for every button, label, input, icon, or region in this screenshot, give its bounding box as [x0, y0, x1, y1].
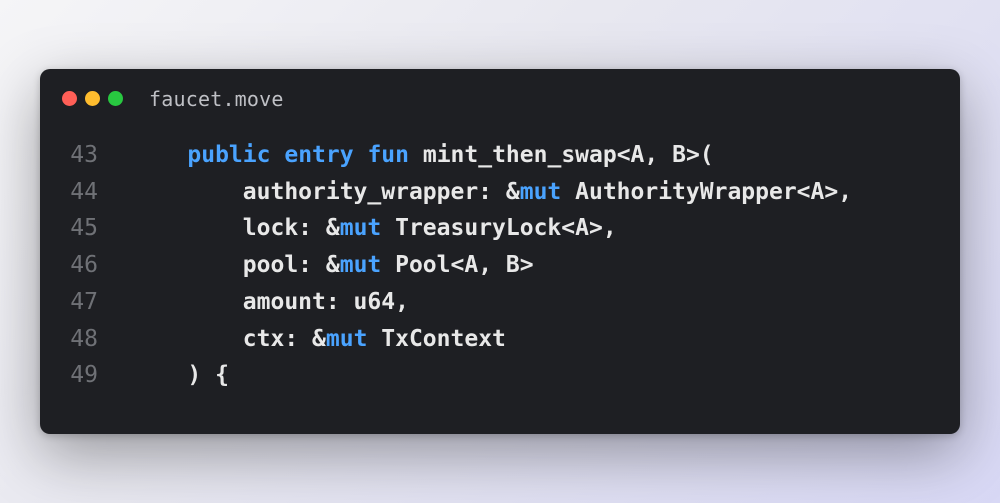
- code-line: 49 ) {: [70, 357, 930, 394]
- code-content: lock: &mut TreasuryLock<A>,: [132, 210, 617, 247]
- code-line: 47 amount: u64,: [70, 284, 930, 321]
- code-content: ) {: [132, 357, 229, 394]
- close-icon[interactable]: [62, 91, 77, 106]
- window-titlebar: faucet.move: [40, 69, 960, 119]
- keyword-token: entry: [284, 142, 353, 168]
- mut-token: mut: [326, 326, 368, 352]
- code-content: public entry fun mint_then_swap<A, B>(: [132, 137, 714, 174]
- mut-token: mut: [340, 252, 382, 278]
- code-line: 44 authority_wrapper: &mut AuthorityWrap…: [70, 174, 930, 211]
- line-number: 48: [70, 321, 132, 358]
- mut-token: mut: [520, 179, 562, 205]
- minimize-icon[interactable]: [85, 91, 100, 106]
- code-line: 45 lock: &mut TreasuryLock<A>,: [70, 210, 930, 247]
- code-content: pool: &mut Pool<A, B>: [132, 247, 534, 284]
- maximize-icon[interactable]: [108, 91, 123, 106]
- code-line: 43 public entry fun mint_then_swap<A, B>…: [70, 137, 930, 174]
- code-line: 46 pool: &mut Pool<A, B>: [70, 247, 930, 284]
- code-block: 43 public entry fun mint_then_swap<A, B>…: [40, 119, 960, 395]
- code-window: faucet.move 43 public entry fun mint_the…: [40, 69, 960, 435]
- code-content: ctx: &mut TxContext: [132, 321, 506, 358]
- code-content: authority_wrapper: &mut AuthorityWrapper…: [132, 174, 852, 211]
- keyword-token: fun: [367, 142, 409, 168]
- code-content: amount: u64,: [132, 284, 409, 321]
- line-number: 43: [70, 137, 132, 174]
- line-number: 44: [70, 174, 132, 211]
- keyword-token: public: [187, 142, 270, 168]
- line-number: 49: [70, 357, 132, 394]
- window-title: faucet.move: [149, 87, 284, 111]
- line-number: 46: [70, 247, 132, 284]
- line-number: 45: [70, 210, 132, 247]
- code-line: 48 ctx: &mut TxContext: [70, 321, 930, 358]
- line-number: 47: [70, 284, 132, 321]
- mut-token: mut: [340, 215, 382, 241]
